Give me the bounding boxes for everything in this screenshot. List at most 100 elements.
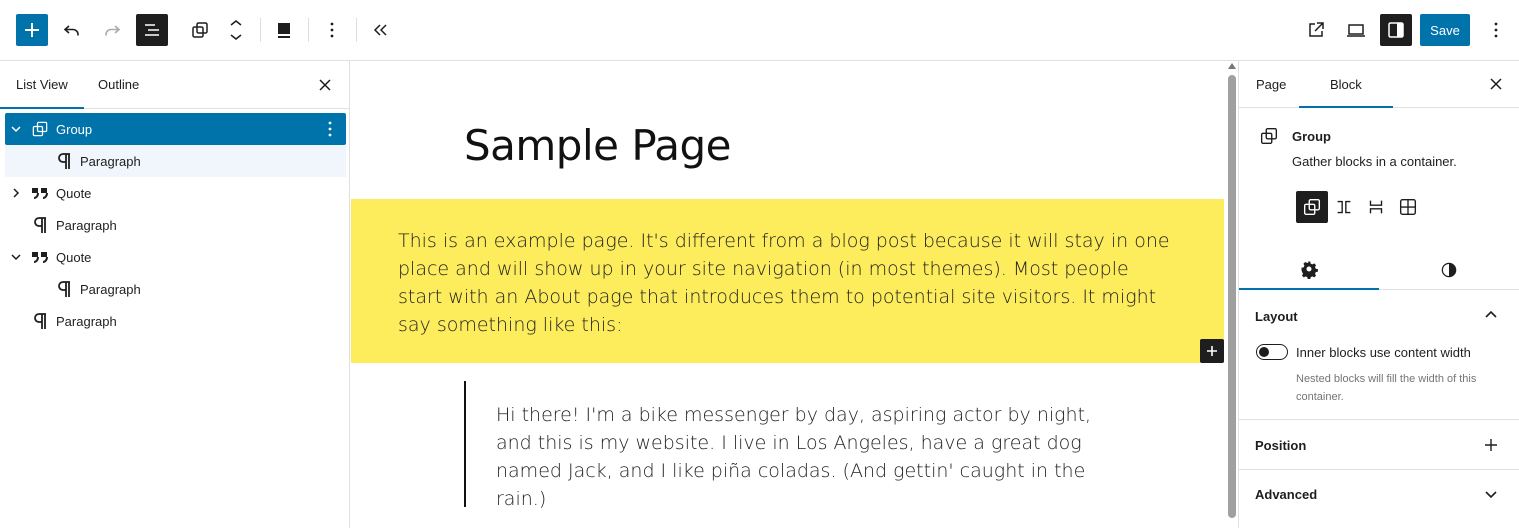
- paragraph-icon: [28, 309, 52, 333]
- tab-page[interactable]: Page: [1256, 61, 1286, 108]
- list-item-label: Quote: [56, 249, 92, 265]
- list-view-button[interactable]: [136, 14, 168, 46]
- group-block[interactable]: This is an example page. It's different …: [351, 199, 1224, 363]
- variation-group-button[interactable]: [1296, 191, 1328, 223]
- scrollbar[interactable]: [1226, 61, 1238, 528]
- move-up-down-icon: [230, 20, 242, 40]
- chevron-right-icon[interactable]: [8, 185, 24, 201]
- advanced-section-title[interactable]: Advanced: [1255, 487, 1317, 502]
- plus-icon: [1207, 346, 1217, 356]
- collapse-icon: [373, 24, 387, 36]
- grid-icon: [1399, 198, 1417, 216]
- gear-icon: [1301, 261, 1318, 279]
- quote-icon: [28, 181, 52, 205]
- variation-row-button[interactable]: [1328, 191, 1360, 223]
- group-icon: [28, 117, 52, 141]
- editor-toolbar: Save: [0, 0, 1519, 61]
- group-icon: [1303, 198, 1321, 216]
- options-icon: [330, 22, 334, 38]
- list-item-label: Paragraph: [80, 153, 141, 169]
- list-item-label: Quote: [56, 185, 92, 201]
- block-style-icon: [278, 23, 290, 38]
- list-item-paragraph[interactable]: Paragraph: [5, 305, 346, 337]
- toolbar-divider: [260, 18, 261, 42]
- view-page-button[interactable]: [1300, 14, 1332, 46]
- move-block-button[interactable]: [220, 14, 252, 46]
- list-item-quote[interactable]: Quote: [5, 177, 346, 209]
- close-icon: [1490, 78, 1502, 90]
- redo-button[interactable]: [96, 14, 128, 46]
- undo-button[interactable]: [56, 14, 88, 46]
- block-type-button[interactable]: [184, 14, 216, 46]
- block-options-button[interactable]: [316, 14, 348, 46]
- more-options-icon: [1494, 22, 1498, 38]
- more-options-button[interactable]: [1480, 14, 1512, 46]
- paragraph-icon: [52, 277, 76, 301]
- save-button[interactable]: Save: [1420, 14, 1470, 46]
- scroll-thumb[interactable]: [1228, 75, 1236, 518]
- settings-subtabs: [1239, 250, 1519, 290]
- preview-button[interactable]: [1340, 14, 1372, 46]
- chevron-up-icon[interactable]: [1479, 303, 1503, 327]
- view-external-icon: [1309, 22, 1324, 37]
- toggle-label: Inner blocks use content width: [1296, 345, 1471, 360]
- plus-icon[interactable]: [1479, 433, 1503, 457]
- tab-list-view[interactable]: List View: [0, 61, 84, 109]
- stack-icon: [1369, 200, 1383, 214]
- list-view-panel: List View Outline Group Paragraph Quote …: [0, 61, 350, 528]
- section-divider: [1239, 469, 1519, 470]
- collapse-toolbar-button[interactable]: [364, 14, 396, 46]
- device-preview-icon: [1347, 24, 1365, 37]
- block-card-description: Gather blocks in a container.: [1292, 154, 1457, 169]
- quote-paragraph[interactable]: Hi there! I'm a bike messenger by day, a…: [496, 401, 1096, 513]
- page-title[interactable]: Sample Page: [464, 121, 732, 170]
- list-view-icon: [145, 24, 159, 36]
- list-view-tabs: List View Outline: [0, 61, 350, 109]
- list-item-label: Group: [56, 121, 93, 137]
- toggle-help-text: Nested blocks will fill the width of thi…: [1296, 373, 1477, 403]
- list-item-group[interactable]: Group: [5, 113, 346, 145]
- paragraph-block[interactable]: This is an example page. It's different …: [398, 227, 1178, 339]
- section-divider: [1239, 419, 1519, 420]
- block-card-title: Group: [1292, 129, 1331, 144]
- plus-icon: [25, 23, 39, 37]
- list-item-label: Paragraph: [56, 217, 117, 233]
- list-item-label: Paragraph: [56, 313, 117, 329]
- toolbar-divider: [356, 18, 357, 42]
- variation-grid-button[interactable]: [1392, 191, 1424, 223]
- settings-button[interactable]: [1380, 14, 1412, 46]
- options-icon[interactable]: [320, 117, 340, 141]
- quote-block[interactable]: Hi there! I'm a bike messenger by day, a…: [464, 381, 1104, 510]
- group-icon: [1257, 124, 1281, 148]
- undo-icon: [63, 25, 79, 36]
- contrast-icon: [1441, 262, 1457, 278]
- chevron-down-icon[interactable]: [1479, 482, 1503, 506]
- layout-section-title[interactable]: Layout: [1255, 309, 1298, 324]
- tab-settings[interactable]: [1239, 250, 1379, 290]
- tab-outline[interactable]: Outline: [98, 61, 139, 109]
- group-icon: [192, 22, 208, 38]
- scroll-up-arrow[interactable]: [1228, 63, 1236, 69]
- chevron-down-icon[interactable]: [8, 121, 24, 137]
- list-item-paragraph[interactable]: Paragraph: [5, 273, 346, 305]
- block-style-button[interactable]: [268, 14, 300, 46]
- chevron-down-icon[interactable]: [8, 249, 24, 265]
- list-item-label: Paragraph: [80, 281, 141, 297]
- tab-block[interactable]: Block: [1299, 61, 1393, 108]
- list-item-quote[interactable]: Quote: [5, 241, 346, 273]
- close-settings-button[interactable]: [1484, 72, 1508, 96]
- close-icon: [319, 79, 331, 91]
- list-item-paragraph[interactable]: Paragraph: [5, 145, 346, 177]
- quote-icon: [28, 245, 52, 269]
- list-item-paragraph[interactable]: Paragraph: [5, 209, 346, 241]
- content-width-toggle[interactable]: [1256, 344, 1288, 360]
- close-list-view-button[interactable]: [313, 73, 337, 97]
- editor-canvas[interactable]: Sample Page This is an example page. It'…: [351, 61, 1238, 528]
- variation-stack-button[interactable]: [1360, 191, 1392, 223]
- position-section-title[interactable]: Position: [1255, 438, 1306, 453]
- block-inserter-button[interactable]: [1200, 339, 1224, 363]
- tab-styles[interactable]: [1379, 250, 1519, 290]
- add-block-button[interactable]: [16, 14, 48, 46]
- toolbar-divider: [308, 18, 309, 42]
- toggle-knob: [1259, 347, 1269, 357]
